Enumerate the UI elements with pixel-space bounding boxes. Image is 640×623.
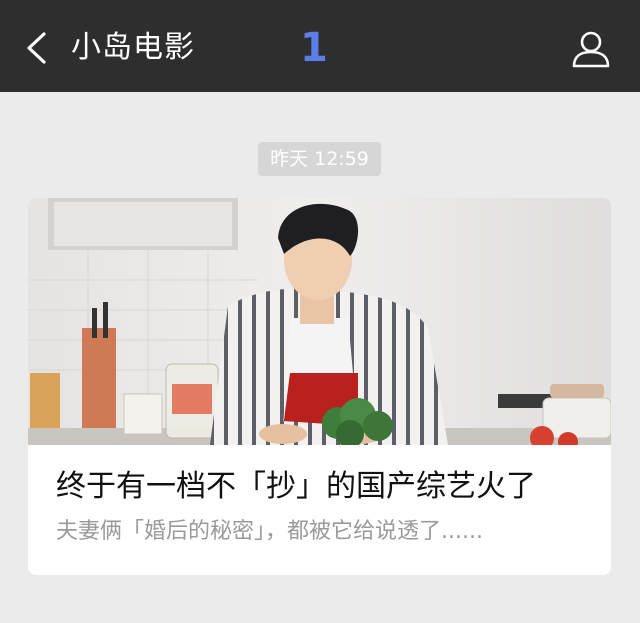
article-card[interactable]: 终于有一档不「抄」的国产综艺火了 夫妻俩「婚后的秘密」，都被它给说透了.....… [28,198,611,575]
back-button[interactable] [18,26,54,70]
article-description: 夫妻俩「婚后的秘密」，都被它给说透了...... [56,519,483,544]
person-icon [572,31,610,68]
chevron-left-icon [27,32,46,64]
unread-badge: 1 [300,25,328,71]
message-timestamp: 昨天 12:59 [258,142,381,176]
top-bar: 小岛电影 1 [0,0,640,92]
page-title: 小岛电影 [71,30,195,65]
article-title: 终于有一档不「抄」的国产综艺火了 [56,469,536,504]
profile-button[interactable] [570,28,612,70]
article-cover-image [28,198,611,445]
